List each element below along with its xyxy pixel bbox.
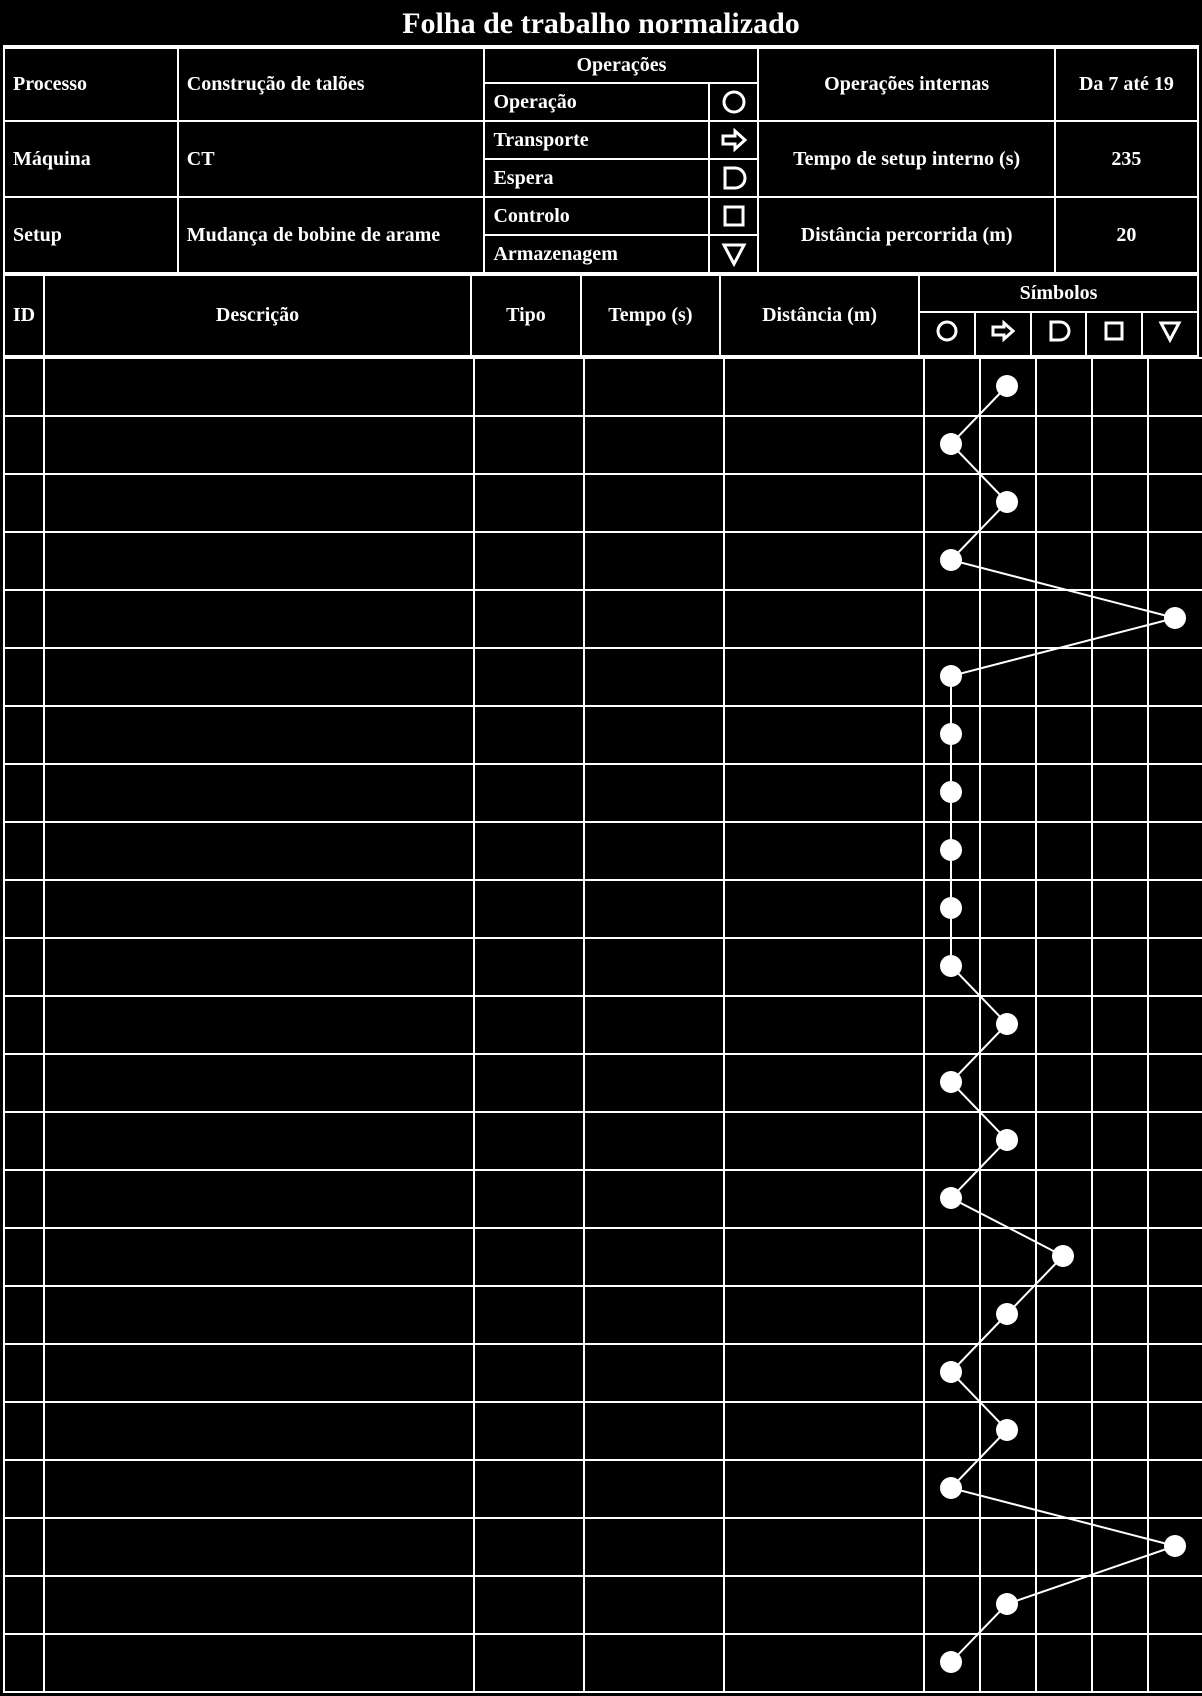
lbl-tempo-setup: Tempo de setup interno (s) [758,121,1054,197]
symbol-storage-icon [709,235,758,273]
val-setup: Mudança de bobine de arame [178,197,485,273]
symbol-wait-icon [709,159,758,197]
col-id: ID [4,275,44,356]
lbl-maquina: Máquina [4,121,178,197]
symcol-transport-icon [975,312,1031,356]
table-row [4,474,1202,532]
table-row [4,764,1202,822]
table-row [4,706,1202,764]
lbl-processo: Processo [4,48,178,121]
col-simbolos: Símbolos [919,275,1198,312]
table-row [4,1344,1202,1402]
table-row [4,1402,1202,1460]
lbl-setup: Setup [4,197,178,273]
table-row [4,1460,1202,1518]
symcol-wait-icon [1031,312,1087,356]
lbl-espera: Espera [484,159,709,197]
table-row [4,822,1202,880]
table-row [4,1112,1202,1170]
table-row [4,1286,1202,1344]
val-processo: Construção de talões [178,48,485,121]
symbol-operation-icon [709,83,758,121]
lbl-dist: Distância percorrida (m) [758,197,1054,273]
lbl-armaz: Armazenagem [484,235,709,273]
header-table: Processo Construção de talões Operações … [3,47,1199,274]
lbl-operacoes: Operações [484,48,758,83]
symcol-operation-icon [919,312,975,356]
lbl-trans: Transporte [484,121,709,159]
col-distancia: Distância (m) [720,275,919,356]
col-tempo: Tempo (s) [581,275,720,356]
table-row [4,1518,1202,1576]
symcol-control-icon [1086,312,1142,356]
table-row [4,648,1202,706]
table-row [4,1576,1202,1634]
sheet-title: Folha de trabalho normalizado [3,3,1199,47]
table-row [4,880,1202,938]
table-row [4,1228,1202,1286]
symbol-control-icon [709,197,758,235]
table-row [4,996,1202,1054]
table-row [4,358,1202,416]
table-row [4,590,1202,648]
table-row [4,416,1202,474]
column-header-table: ID Descrição Tipo Tempo (s) Distância (m… [3,274,1199,357]
table-row [4,1170,1202,1228]
val-tempo-setup: 235 [1055,121,1198,197]
val-dist: 20 [1055,197,1198,273]
symcol-storage-icon [1142,312,1198,356]
col-tipo: Tipo [471,275,580,356]
val-da: Da 7 até 19 [1055,48,1198,121]
col-descricao: Descrição [44,275,471,356]
lbl-controlo: Controlo [484,197,709,235]
table-row [4,1634,1202,1692]
symbol-transport-icon [709,121,758,159]
table-row [4,1054,1202,1112]
table-row [4,532,1202,590]
lbl-op-internas: Operações internas [758,48,1054,121]
data-grid [3,357,1202,1693]
val-maquina: CT [178,121,485,197]
symbol-chart [3,357,1199,1693]
table-row [4,938,1202,996]
lbl-op: Operação [484,83,709,121]
